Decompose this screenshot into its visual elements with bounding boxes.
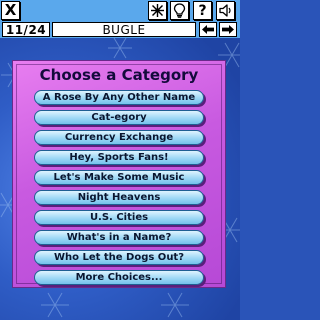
category-button-lets-make-some-music[interactable]: Let's Make Some Music — [34, 170, 204, 185]
top-toolbar: X ? — [0, 0, 240, 21]
word-counter: 11/24 — [2, 22, 50, 37]
category-button-night-heavens[interactable]: Night Heavens — [34, 190, 204, 205]
panel-title: Choose a Category — [39, 66, 199, 84]
lightbulb-icon[interactable] — [170, 1, 189, 20]
arrow-right-icon[interactable] — [219, 22, 237, 37]
category-button-who-let-the-dogs-out[interactable]: Who Let the Dogs Out? — [34, 250, 204, 265]
word-bar: 11/24 BUGLE — [0, 21, 240, 38]
snowflake-icon[interactable] — [148, 1, 167, 20]
category-button-hey-sports-fans[interactable]: Hey, Sports Fans! — [34, 150, 204, 165]
speaker-icon[interactable] — [216, 1, 235, 20]
close-button[interactable]: X — [1, 1, 20, 20]
category-button-a-rose-by-any-other-name[interactable]: A Rose By Any Other Name — [34, 90, 204, 105]
help-icon[interactable]: ? — [193, 1, 212, 20]
current-word: BUGLE — [52, 22, 196, 37]
more-choices-button[interactable]: More Choices... — [34, 270, 204, 285]
category-button-cat-egory[interactable]: Cat-egory — [34, 110, 204, 125]
category-button-currency-exchange[interactable]: Currency Exchange — [34, 130, 204, 145]
category-button-whats-in-a-name[interactable]: What's in a Name? — [34, 230, 204, 245]
category-panel: Choose a Category A Rose By Any Other Na… — [12, 60, 226, 288]
category-button-us-cities[interactable]: U.S. Cities — [34, 210, 204, 225]
arrow-left-icon[interactable] — [199, 22, 217, 37]
